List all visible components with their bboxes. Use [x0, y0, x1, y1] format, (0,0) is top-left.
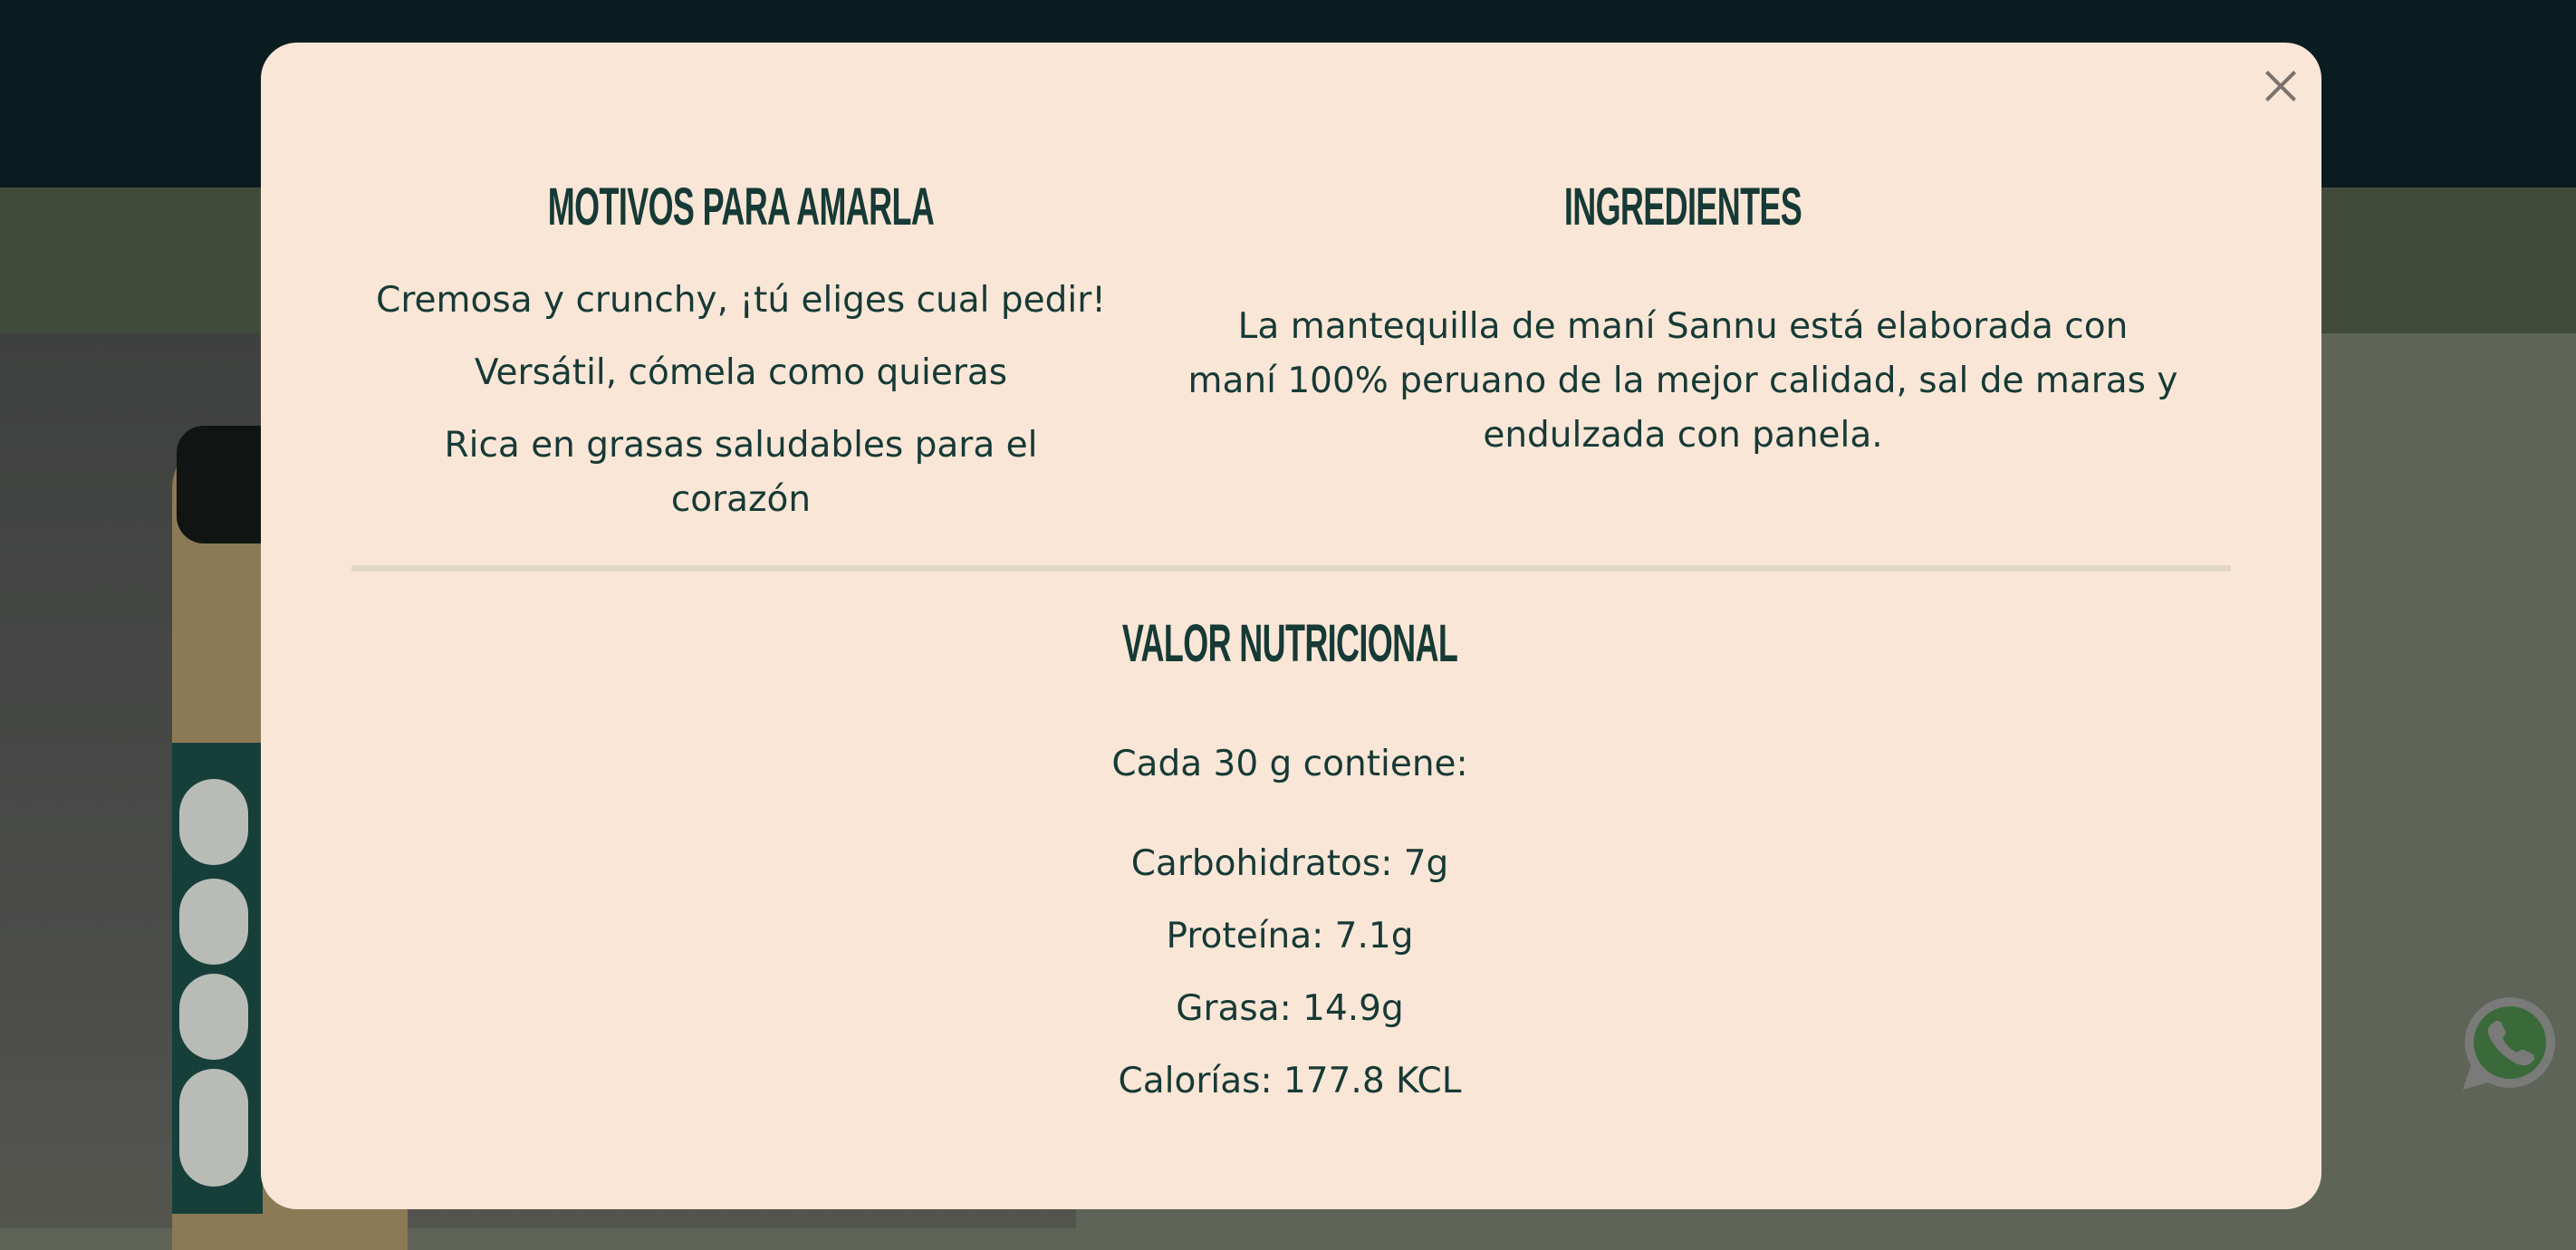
nutrition-title: VALOR NUTRICIONAL: [1121, 614, 1458, 673]
label-badge: [179, 779, 248, 865]
ingredients-text: endulzada con panela.: [1483, 415, 1883, 456]
nutrition-item: Calorías: 177.8 KCL: [1118, 1061, 1462, 1101]
serving-text: Cada 30 g contiene:: [1111, 744, 1468, 784]
nutrition-item: Grasa: 14.9g: [1176, 988, 1404, 1029]
reasons-title: MOTIVOS PARA AMARLA: [547, 178, 935, 236]
close-icon[interactable]: [2263, 68, 2299, 104]
reason-item: Versátil, cómela como quieras: [474, 352, 1008, 393]
label-badge: [179, 1069, 248, 1187]
reason-item: Rica en grasas saludables para el corazó…: [444, 425, 1038, 520]
whatsapp-icon[interactable]: [2459, 992, 2561, 1093]
label-badge: [179, 974, 248, 1060]
nutrition-item: Proteína: 7.1g: [1166, 916, 1414, 957]
ingredients-title: INGREDIENTES: [1563, 178, 1802, 236]
ingredients-text: maní 100% peruano de la mejor calidad, s…: [1187, 361, 2178, 401]
ingredients-text: La mantequilla de maní Sannu está elabor…: [1237, 306, 2129, 347]
label-badge: [179, 879, 248, 965]
divider: [351, 565, 2231, 572]
reason-item: Cremosa y crunchy, ¡tú eliges cual pedir…: [376, 280, 1106, 321]
nutrition-item: Carbohidratos: 7g: [1130, 843, 1449, 884]
